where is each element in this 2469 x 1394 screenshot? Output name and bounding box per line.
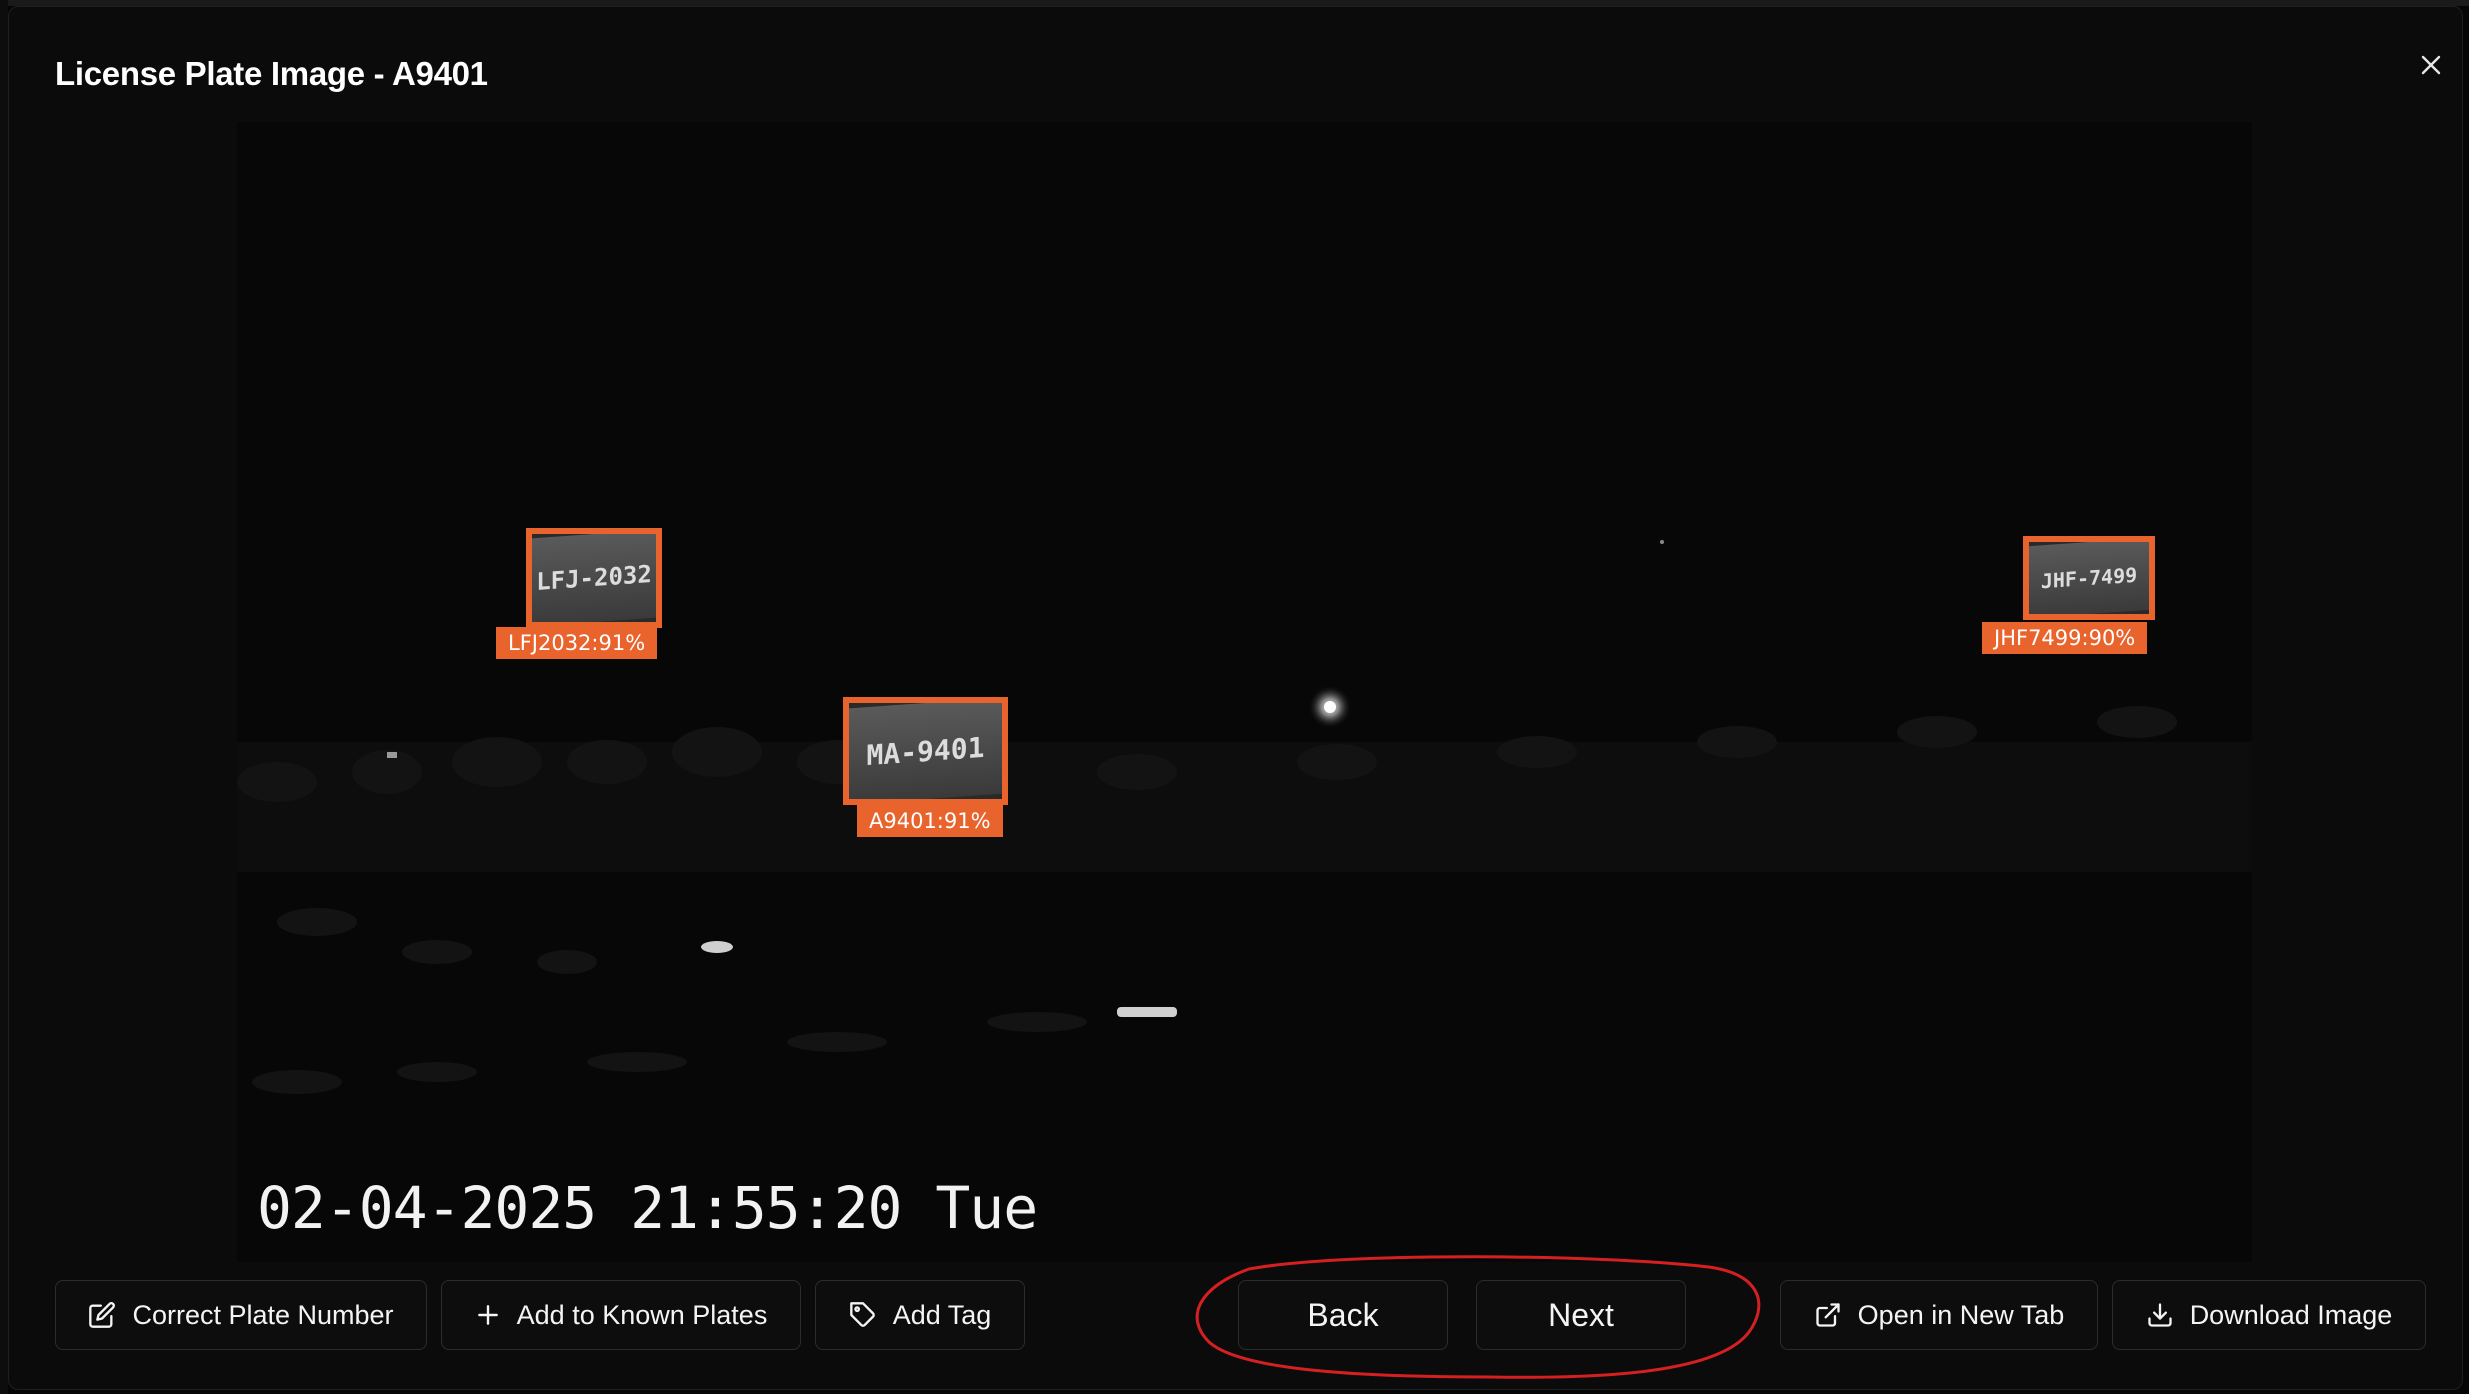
backdrop-left — [0, 0, 8, 1394]
next-button[interactable]: Next — [1476, 1280, 1686, 1350]
next-label: Next — [1548, 1296, 1614, 1333]
open-in-new-tab-label: Open in New Tab — [1857, 1299, 2065, 1330]
back-label: Back — [1307, 1296, 1379, 1333]
plate-confidence-label: A9401:91% — [857, 805, 1003, 837]
plate-confidence-label: JHF7499:90% — [1982, 622, 2148, 654]
external-link-icon — [1814, 1301, 1842, 1329]
close-icon — [2421, 55, 2441, 75]
close-button[interactable] — [2409, 43, 2453, 87]
image-timestamp: 02-04-2025 21:55:20 Tue — [257, 1174, 1038, 1242]
tag-icon — [849, 1301, 877, 1329]
add-to-known-plates-button[interactable]: Add to Known Plates — [441, 1280, 801, 1350]
plate-image-text: JHF-7499 — [2029, 542, 2149, 614]
plate-confidence-label: LFJ2032:91% — [496, 627, 658, 659]
plate-image-viewer: LFJ-2032 LFJ2032:91% MA-9401 A9401:91% J… — [237, 122, 2252, 1262]
modal-title: License Plate Image - A9401 — [55, 55, 488, 92]
download-icon — [2146, 1301, 2174, 1329]
correct-plate-number-button[interactable]: Correct Plate Number — [55, 1280, 427, 1350]
night-parking-scene — [237, 122, 2252, 1262]
plate-image-text: LFJ-2032 — [532, 534, 656, 622]
download-image-button[interactable]: Download Image — [2112, 1280, 2426, 1350]
license-plate-image-modal: License Plate Image - A9401 LFJ-2032 LFJ… — [8, 6, 2463, 1390]
add-to-known-plates-label: Add to Known Plates — [516, 1299, 768, 1330]
plate-detection-box-jhf7499: JHF-7499 — [2023, 536, 2155, 620]
plus-icon — [475, 1302, 501, 1328]
plate-detection-box-a9401: MA-9401 — [843, 697, 1008, 805]
back-button[interactable]: Back — [1238, 1280, 1448, 1350]
add-tag-button[interactable]: Add Tag — [815, 1280, 1025, 1350]
edit-icon — [88, 1301, 116, 1329]
plate-detection-box-lfj2032: LFJ-2032 — [526, 528, 662, 628]
plate-image-text: MA-9401 — [849, 703, 1002, 799]
correct-plate-number-label: Correct Plate Number — [132, 1299, 394, 1330]
open-in-new-tab-button[interactable]: Open in New Tab — [1780, 1280, 2098, 1350]
download-image-label: Download Image — [2189, 1299, 2393, 1330]
add-tag-label: Add Tag — [892, 1299, 992, 1330]
